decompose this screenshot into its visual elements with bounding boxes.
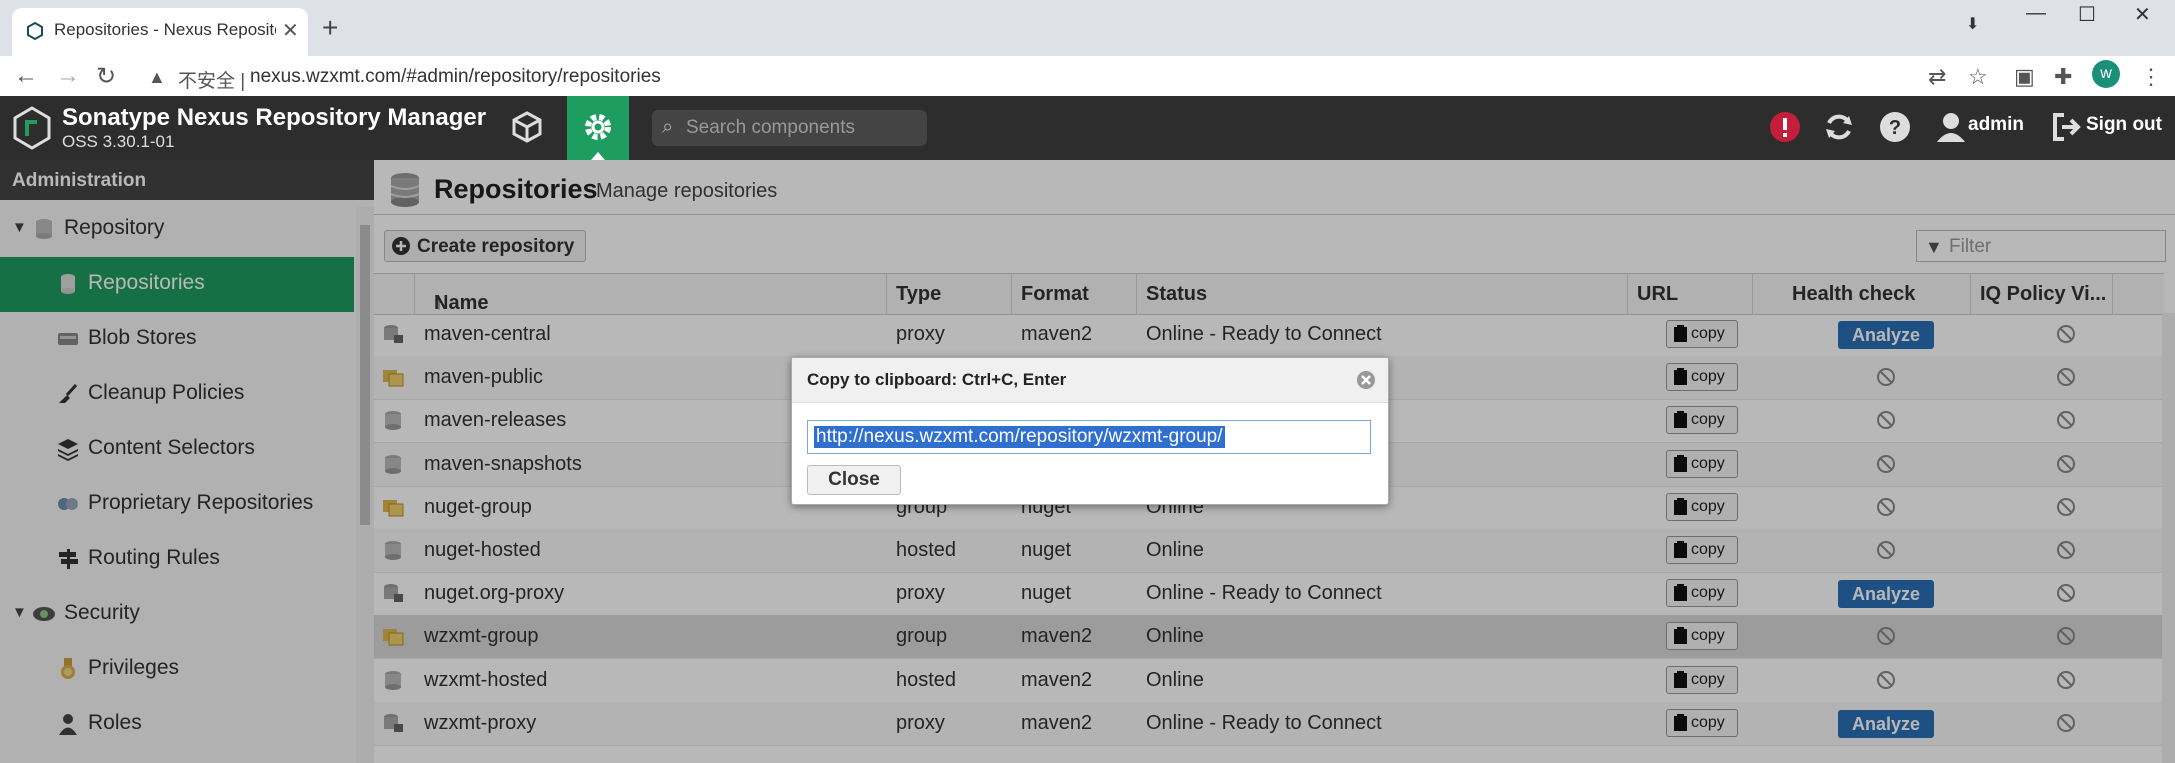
sign-out-button[interactable]: Sign out bbox=[2086, 114, 2162, 136]
browser-tab[interactable]: Repositories - Nexus Repositor ✕ bbox=[12, 8, 308, 56]
active-indicator bbox=[591, 152, 605, 160]
maximize-icon[interactable]: ☐ bbox=[2078, 2, 2096, 27]
refresh-icon[interactable] bbox=[1822, 110, 1856, 144]
extensions-puzzle-icon[interactable]: ✚ bbox=[2054, 64, 2072, 90]
profile-avatar[interactable]: w bbox=[2092, 60, 2120, 88]
app-header: Sonatype Nexus Repository Manager OSS 3.… bbox=[0, 96, 2175, 160]
reload-icon[interactable]: ↻ bbox=[96, 62, 116, 91]
help-icon[interactable]: ? bbox=[1878, 110, 1912, 144]
bookmark-star-icon[interactable]: ☆ bbox=[1968, 64, 1988, 90]
admin-mode-button[interactable] bbox=[567, 96, 629, 160]
extension-app-icon[interactable]: ▣ bbox=[2014, 64, 2035, 90]
nexus-favicon-icon bbox=[27, 22, 43, 40]
app-version: OSS 3.30.1-01 bbox=[62, 132, 175, 151]
search-placeholder: Search components bbox=[686, 117, 855, 138]
warning-icon[interactable]: ▲ bbox=[148, 67, 166, 88]
address-bar-row: ← → ↻ ▲ 不安全 | nexus.wzxmt.com/#admin/rep… bbox=[0, 56, 2175, 99]
gear-icon bbox=[585, 114, 611, 140]
url-text[interactable]: nexus.wzxmt.com/#admin/repository/reposi… bbox=[250, 66, 661, 88]
user-icon[interactable] bbox=[1934, 110, 1968, 144]
copy-url-dialog: Copy to clipboard: Ctrl+C, Enter http://… bbox=[791, 357, 1389, 505]
app-title: Sonatype Nexus Repository Manager bbox=[62, 104, 487, 131]
omnibox[interactable]: ▲ 不安全 | nexus.wzxmt.com/#admin/repositor… bbox=[138, 60, 2008, 94]
search-icon: ⌕ bbox=[662, 116, 674, 138]
security-label[interactable]: 不安全 | bbox=[178, 66, 245, 93]
search-components-input[interactable]: ⌕ Search components bbox=[652, 110, 927, 146]
selected-url-text[interactable]: http://nexus.wzxmt.com/repository/wzxmt-… bbox=[814, 426, 1225, 448]
dialog-title: Copy to clipboard: Ctrl+C, Enter bbox=[807, 370, 1067, 389]
user-name[interactable]: admin bbox=[1968, 114, 2024, 136]
nexus-logo-icon bbox=[13, 106, 51, 150]
cube-icon bbox=[512, 111, 542, 143]
alert-icon[interactable] bbox=[1768, 110, 1802, 144]
back-icon[interactable]: ← bbox=[14, 62, 38, 90]
browse-mode-button[interactable] bbox=[500, 96, 552, 160]
dialog-header: Copy to clipboard: Ctrl+C, Enter bbox=[792, 358, 1388, 403]
tab-close-icon[interactable]: ✕ bbox=[282, 18, 299, 43]
svg-text:?: ? bbox=[1889, 117, 1901, 139]
translate-icon[interactable]: ⇄ bbox=[1928, 64, 1946, 90]
sign-out-icon[interactable] bbox=[2050, 110, 2084, 144]
browser-tab-strip: Repositories - Nexus Repositor ✕ + ⬇ — ☐… bbox=[0, 0, 2175, 56]
close-button[interactable]: Close bbox=[807, 465, 901, 495]
new-tab-button[interactable]: + bbox=[322, 12, 338, 44]
browser-menu-icon[interactable]: ⋮ bbox=[2140, 64, 2162, 90]
dialog-close-icon[interactable] bbox=[1356, 370, 1376, 390]
minimize-icon[interactable]: — bbox=[2026, 2, 2046, 25]
forward-icon[interactable]: → bbox=[56, 62, 80, 90]
window-close-icon[interactable]: ✕ bbox=[2134, 2, 2151, 27]
browser-tab-title: Repositories - Nexus Repositor bbox=[54, 20, 276, 39]
tab-search-icon[interactable]: ⬇ bbox=[1966, 14, 1979, 34]
copy-url-field[interactable]: http://nexus.wzxmt.com/repository/wzxmt-… bbox=[807, 420, 1371, 454]
